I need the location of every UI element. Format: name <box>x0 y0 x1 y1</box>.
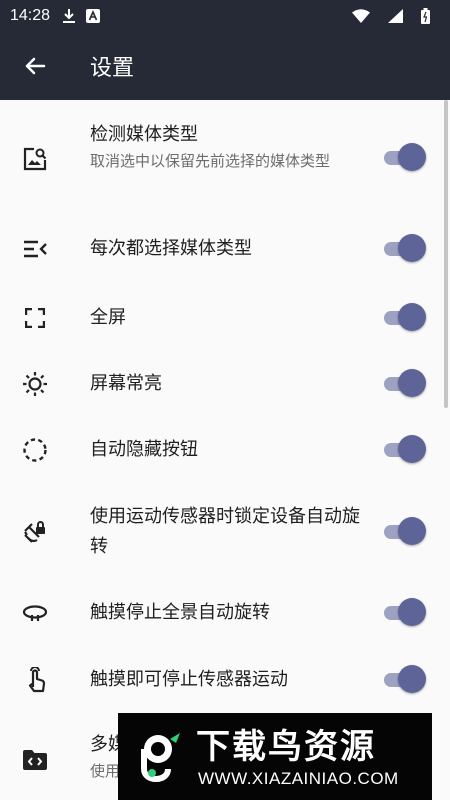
setting-title: 触摸即可停止传感器运动 <box>90 669 288 690</box>
arrow-back-icon <box>25 57 46 75</box>
watermark-name: 下载鸟资源 <box>196 727 376 767</box>
screen-lock-rotation-icon <box>20 517 50 547</box>
setting-lock-rotation-with-sensor[interactable]: 使用运动传感器时锁定设备自动旋转 <box>0 502 440 562</box>
setting-title: 屏幕常亮 <box>90 373 162 394</box>
toggle-switch[interactable] <box>382 435 426 465</box>
setting-title: 每次都选择媒体类型 <box>90 238 252 259</box>
folder-code-icon <box>20 745 50 775</box>
touch-icon <box>20 665 50 695</box>
setting-auto-hide-buttons[interactable]: 自动隐藏按钮 <box>0 434 440 466</box>
notification-a-icon <box>86 9 101 23</box>
watermark-url: WWW.XIAZAINIAO.COM <box>198 769 399 788</box>
setting-summary: 取消选中以保留先前选择的媒体类型 <box>90 152 331 170</box>
fullscreen-icon <box>20 303 50 333</box>
setting-title: 全屏 <box>90 307 126 328</box>
setting-touch-stop-sensor-motion[interactable]: 触摸即可停止传感器运动 <box>0 664 440 696</box>
toggle-switch[interactable] <box>382 143 426 173</box>
setting-title: 触摸停止全景自动旋转 <box>90 602 270 623</box>
toggle-switch[interactable] <box>382 234 426 264</box>
setting-detect-media-type[interactable]: 检测媒体类型 取消选中以保留先前选择的媒体类型 <box>0 120 440 200</box>
page-title: 设置 <box>90 56 135 81</box>
toggle-switch[interactable] <box>382 598 426 628</box>
status-time: 14:28 <box>10 7 51 24</box>
toggle-switch[interactable] <box>382 303 426 333</box>
toggle-switch[interactable] <box>382 665 426 695</box>
brightness-icon <box>20 369 50 399</box>
watermark-logo-icon <box>128 721 186 791</box>
watermark-banner: 下载鸟资源 WWW.XIAZAINIAO.COM <box>118 713 432 800</box>
toggle-switch[interactable] <box>382 517 426 547</box>
setting-title: 自动隐藏按钮 <box>90 439 198 460</box>
battery-icon <box>421 8 430 24</box>
signal-icon <box>388 9 403 23</box>
setting-keep-screen-on[interactable]: 屏幕常亮 <box>0 368 440 400</box>
status-bar: 14:28 <box>0 0 450 32</box>
setting-title: 检测媒体类型 <box>90 124 198 145</box>
scrollbar[interactable] <box>444 100 448 408</box>
toggle-switch[interactable] <box>382 369 426 399</box>
list-select-icon <box>20 234 50 264</box>
image-search-icon <box>20 144 50 174</box>
back-button[interactable] <box>0 32 70 100</box>
wifi-icon <box>352 9 370 23</box>
app-bar: 设置 <box>0 32 450 100</box>
setting-always-choose-media-type[interactable]: 每次都选择媒体类型 <box>0 233 440 265</box>
download-icon <box>62 8 76 24</box>
setting-title: 使用运动传感器时锁定设备自动旋转 <box>90 506 360 557</box>
setting-fullscreen[interactable]: 全屏 <box>0 302 440 334</box>
panorama-rotate-icon <box>20 598 50 628</box>
dashed-circle-icon <box>20 435 50 465</box>
setting-touch-stop-panorama-rotation[interactable]: 触摸停止全景自动旋转 <box>0 597 440 629</box>
